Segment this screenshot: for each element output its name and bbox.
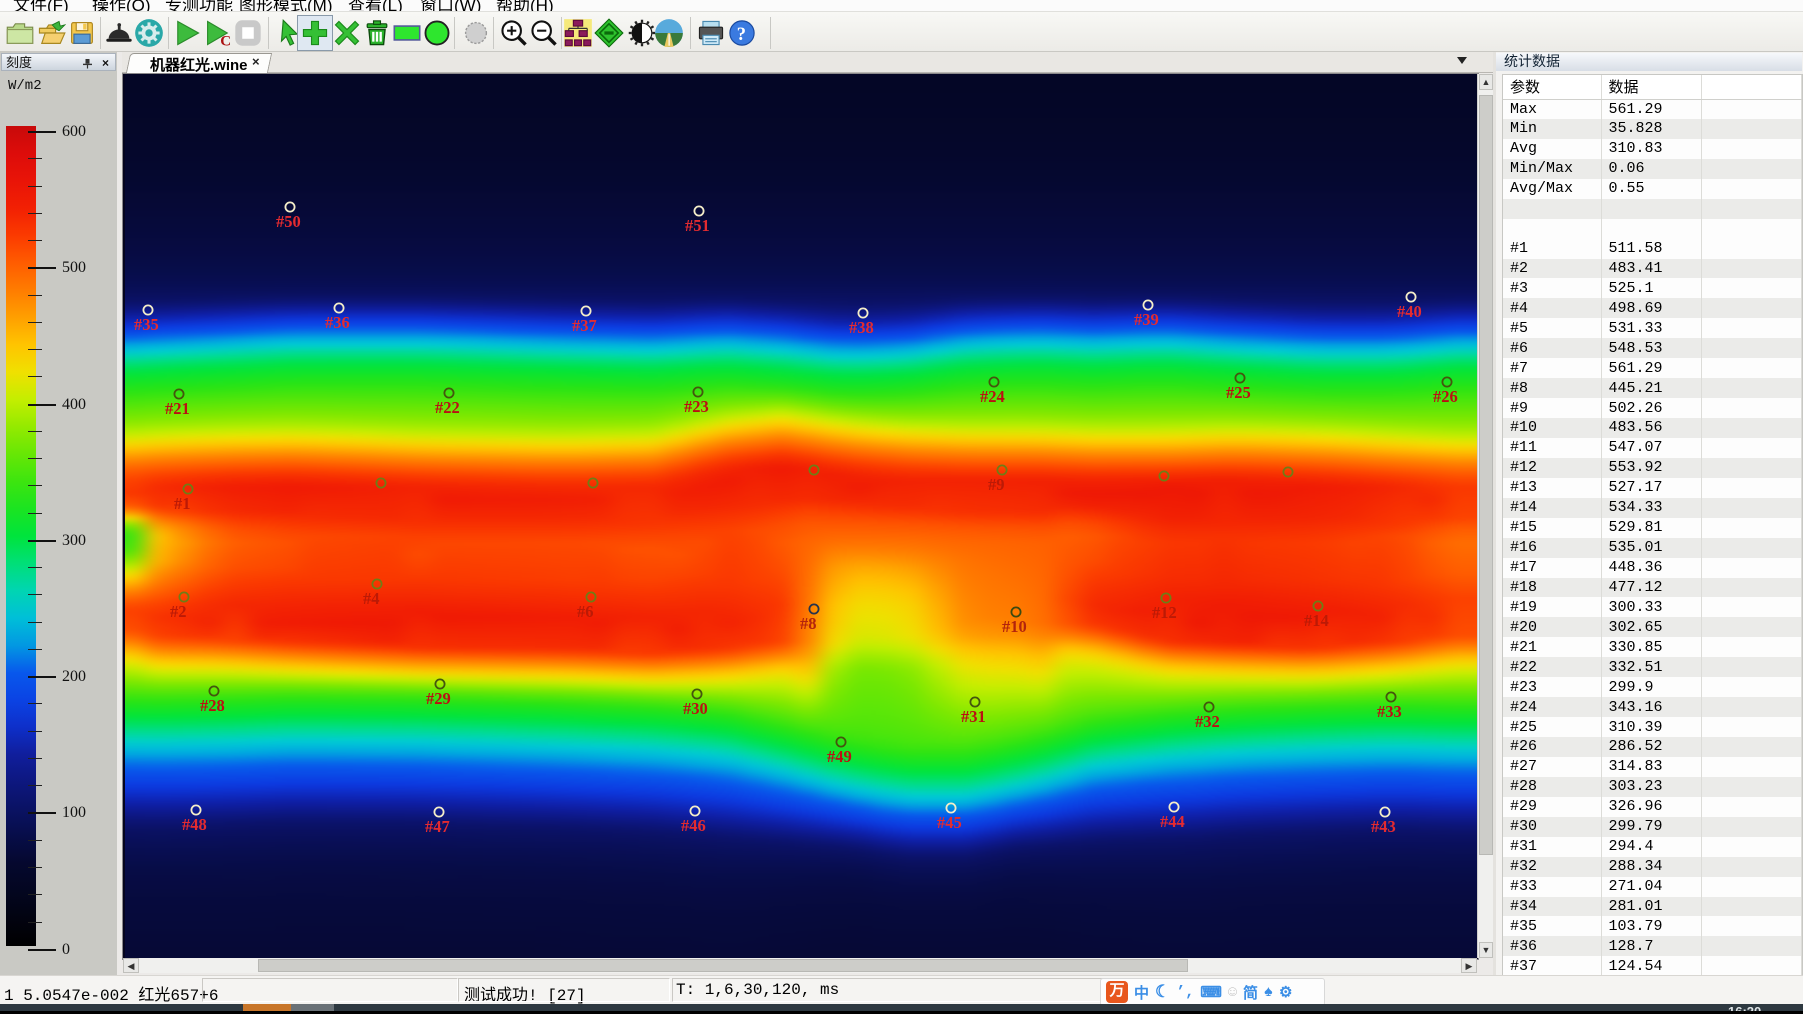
- svg-text:#47: #47: [425, 817, 450, 836]
- svg-text:#31: #31: [961, 707, 986, 726]
- svg-text:#24: #24: [980, 387, 1005, 406]
- svg-text:#30: #30: [683, 699, 708, 718]
- svg-text:#4: #4: [363, 589, 380, 608]
- svg-text:#40: #40: [1397, 302, 1422, 321]
- svg-text:#37: #37: [572, 316, 597, 335]
- svg-text:#43: #43: [1371, 817, 1396, 836]
- svg-text:#21: #21: [165, 399, 190, 418]
- svg-text:#44: #44: [1160, 812, 1185, 831]
- svg-text:#26: #26: [1433, 387, 1458, 406]
- svg-text:#14: #14: [1304, 611, 1329, 630]
- svg-text:#32: #32: [1195, 712, 1220, 731]
- svg-text:#8: #8: [800, 614, 817, 633]
- svg-text:#46: #46: [681, 816, 706, 835]
- svg-text:#45: #45: [937, 813, 962, 832]
- svg-text:#33: #33: [1377, 702, 1402, 721]
- svg-text:#50: #50: [276, 212, 301, 231]
- svg-text:#2: #2: [170, 602, 187, 621]
- svg-text:#39: #39: [1134, 310, 1159, 329]
- svg-text:#10: #10: [1002, 617, 1027, 636]
- svg-text:#22: #22: [435, 398, 460, 417]
- svg-text:#23: #23: [684, 397, 709, 416]
- svg-text:#12: #12: [1152, 603, 1177, 622]
- svg-text:#36: #36: [325, 313, 350, 332]
- svg-text:#29: #29: [426, 689, 451, 708]
- svg-text:#28: #28: [200, 696, 225, 715]
- svg-text:#25: #25: [1226, 383, 1251, 402]
- svg-text:#49: #49: [827, 747, 852, 766]
- svg-text:#1: #1: [174, 494, 191, 513]
- svg-text:#38: #38: [849, 318, 874, 337]
- svg-text:#48: #48: [182, 815, 207, 834]
- svg-text:#9: #9: [988, 475, 1005, 494]
- svg-text:#35: #35: [134, 315, 159, 334]
- svg-text:#51: #51: [685, 216, 710, 235]
- svg-text:#6: #6: [577, 602, 594, 621]
